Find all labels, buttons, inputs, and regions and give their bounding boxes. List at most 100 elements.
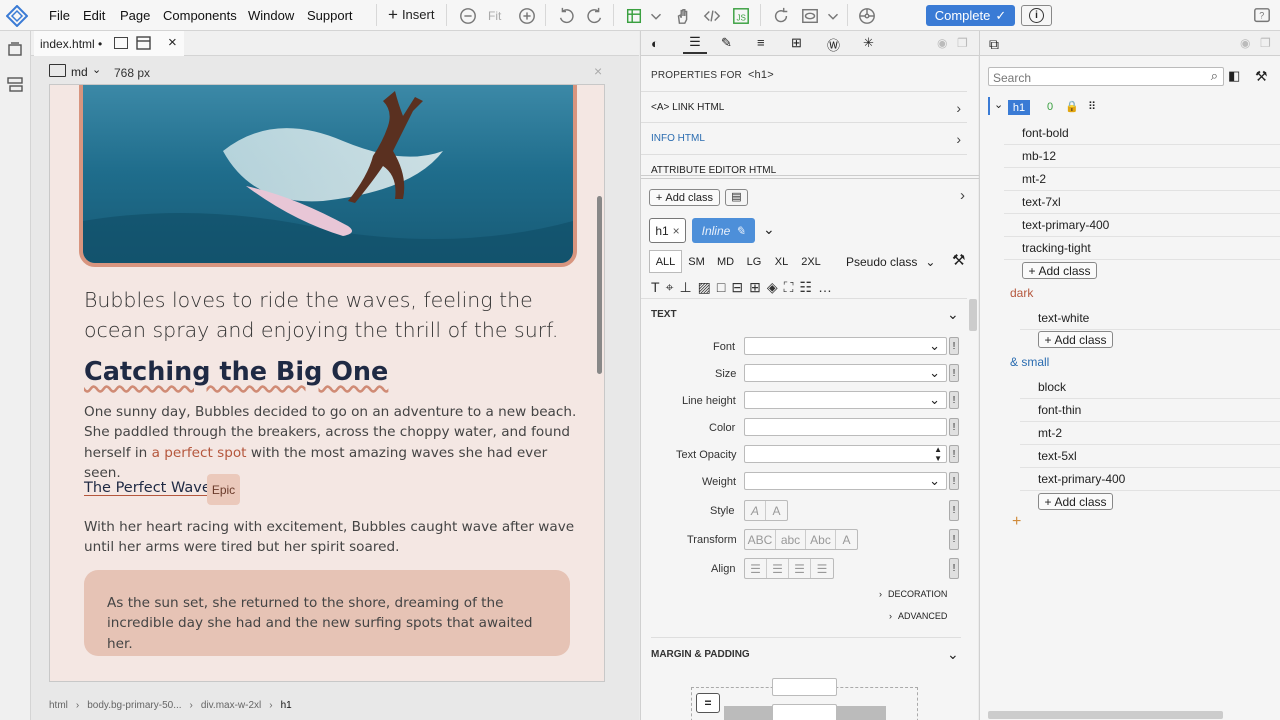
bp-sm[interactable]: SM <box>682 250 711 273</box>
class-tag-h1[interactable]: h1 <box>1008 100 1030 115</box>
preview-icon[interactable] <box>800 6 820 26</box>
section-link-html[interactable]: <A> LINK HTML › <box>651 100 961 116</box>
tools-icon[interactable]: ⚒ <box>952 251 965 269</box>
important-toggle[interactable]: ! <box>949 418 959 436</box>
dark-variant-label[interactable]: dark <box>1010 286 1033 300</box>
wordpress-icon[interactable]: Ⓦ <box>827 35 840 54</box>
chevron-down-icon[interactable]: ⌄ <box>92 63 101 76</box>
class-search-input[interactable]: Search ⌕ <box>988 67 1224 86</box>
padding-top-input[interactable] <box>772 704 837 720</box>
pseudo-class-select[interactable]: Pseudo class ⌄ <box>846 255 935 269</box>
border-icon[interactable]: □ <box>717 279 725 296</box>
typography-icon[interactable]: T <box>651 279 660 296</box>
menu-file[interactable]: File <box>49 8 70 23</box>
lowercase-button[interactable]: abc <box>776 530 806 549</box>
help-icon[interactable]: ? <box>1252 6 1272 26</box>
chevron-down-icon[interactable] <box>646 6 666 26</box>
list-icon[interactable]: ≡ <box>757 35 765 50</box>
breadcrumb-item[interactable]: div.max-w-2xl <box>201 700 261 711</box>
class-item[interactable]: text-white <box>1020 307 1280 330</box>
important-toggle[interactable]: ! <box>949 391 959 409</box>
complete-button[interactable]: Complete ✓ <box>926 5 1015 26</box>
layout-icon[interactable]: ⊟ <box>731 279 743 296</box>
effects-icon[interactable]: ⛶ <box>784 279 794 296</box>
close-icon[interactable]: × <box>594 63 602 79</box>
grid-icon[interactable] <box>624 6 644 26</box>
italic-button[interactable]: A <box>745 501 766 520</box>
align-center-icon[interactable]: ☰ <box>767 559 789 578</box>
add-variant-icon[interactable]: + <box>1012 513 1021 531</box>
weight-select[interactable]: ⌄ <box>744 472 947 490</box>
align-justify-icon[interactable]: ☰ <box>811 559 833 578</box>
fit-button[interactable]: Fit <box>488 9 501 23</box>
advanced-toggle[interactable]: › ADVANCED <box>889 611 947 621</box>
settings-wheel-icon[interactable] <box>857 6 877 26</box>
class-item[interactable]: text-7xl <box>1004 191 1280 214</box>
size-select[interactable]: ⌄ <box>744 364 947 382</box>
margin-top-input[interactable] <box>772 678 837 696</box>
close-icon[interactable]: × <box>673 224 680 238</box>
eye-icon[interactable]: ◉ <box>937 36 947 50</box>
add-class-button[interactable]: + Add class <box>649 189 720 206</box>
structure-icon[interactable] <box>6 76 24 94</box>
chevron-down-icon[interactable]: ⌄ <box>994 98 1003 111</box>
class-item[interactable]: font-thin <box>1020 399 1280 422</box>
blocks-icon[interactable]: ⊞ <box>791 35 802 51</box>
class-item[interactable]: text-primary-400 <box>1020 468 1280 491</box>
align-icon[interactable]: ⊥ <box>679 279 691 296</box>
javascript-icon[interactable]: JS <box>731 6 751 26</box>
important-toggle[interactable]: ! <box>949 529 959 550</box>
detach-icon[interactable]: ❐ <box>1260 36 1271 50</box>
important-toggle[interactable]: ! <box>949 558 959 579</box>
classes-scrollbar[interactable] <box>988 711 1223 719</box>
chevron-down-icon[interactable]: ⌄ <box>947 306 959 323</box>
undo-icon[interactable] <box>556 6 576 26</box>
class-item[interactable]: mb-12 <box>1004 145 1280 168</box>
menu-components[interactable]: Components <box>163 8 237 23</box>
important-toggle[interactable]: ! <box>949 364 959 382</box>
font-select[interactable]: ⌄ <box>744 337 947 355</box>
uppercase-button[interactable]: ABC <box>745 530 776 549</box>
bp-xl[interactable]: XL <box>768 250 795 273</box>
window-icon[interactable] <box>114 37 128 49</box>
color-input[interactable] <box>744 418 947 436</box>
tag-chip-h1[interactable]: h1 × <box>649 218 686 243</box>
none-transform-button[interactable]: A <box>836 530 857 549</box>
device-icon[interactable] <box>49 64 66 77</box>
class-item[interactable]: mt-2 <box>1004 168 1280 191</box>
section-attribute-editor[interactable]: ATTRIBUTE EDITOR HTML <box>651 165 961 175</box>
section-info-html[interactable]: INFO HTML › <box>651 131 961 147</box>
bp-2xl[interactable]: 2XL <box>795 250 827 273</box>
copy-classes-icon[interactable]: ◧ <box>1228 68 1240 84</box>
refresh-icon[interactable] <box>771 6 791 26</box>
link-sides-icon[interactable]: = <box>696 693 720 713</box>
text-opacity-stepper[interactable]: ▲ ▼ <box>744 445 947 463</box>
decoration-toggle[interactable]: › DECORATION <box>879 589 947 599</box>
class-list-icon[interactable]: ▤ <box>725 189 748 206</box>
more-icon[interactable]: … <box>818 279 832 296</box>
redo-icon[interactable] <box>585 6 605 26</box>
align-right-icon[interactable]: ☰ <box>789 559 811 578</box>
info-button[interactable]: i <box>1021 5 1052 26</box>
bp-lg[interactable]: LG <box>740 250 768 273</box>
background-icon[interactable]: ▨ <box>698 279 711 296</box>
normal-style-button[interactable]: A <box>766 501 787 520</box>
hero-image[interactable] <box>79 85 577 267</box>
add-class-button[interactable]: + Add class <box>1038 493 1113 510</box>
class-item[interactable]: block <box>1020 376 1280 399</box>
canvas-scrollbar[interactable] <box>597 196 602 374</box>
resize-handle[interactable] <box>641 175 979 179</box>
code-icon[interactable] <box>702 6 722 26</box>
menu-edit[interactable]: Edit <box>83 8 105 23</box>
important-toggle[interactable]: ! <box>949 472 959 490</box>
detach-icon[interactable]: ❐ <box>957 36 968 50</box>
chevron-right-icon[interactable]: › <box>960 187 965 204</box>
perfect-spot-link[interactable]: a perfect spot <box>152 445 247 461</box>
class-item[interactable]: font-bold <box>1004 122 1280 145</box>
margin-padding-header[interactable]: MARGIN & PADDING <box>651 649 750 660</box>
inline-style-chip[interactable]: Inline ✎ <box>692 218 755 243</box>
important-toggle[interactable]: ! <box>949 337 959 355</box>
important-toggle[interactable]: ! <box>949 445 959 463</box>
chevron-down-icon[interactable]: ⌄ <box>947 646 959 663</box>
brush-icon[interactable]: ✎ <box>721 35 732 51</box>
